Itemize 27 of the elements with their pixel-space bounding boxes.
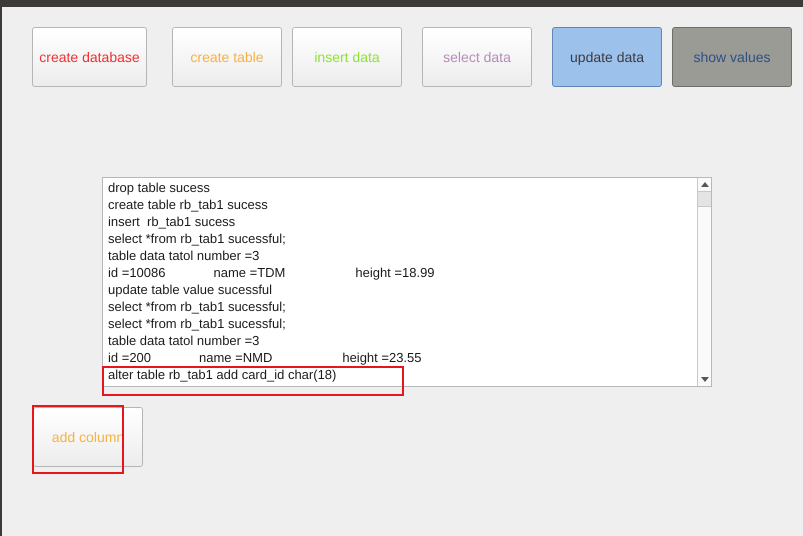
log-line: select *from rb_tab1 sucessful; xyxy=(108,230,286,247)
log-line: table data tatol number =3 xyxy=(108,247,260,264)
action-button[interactable]: create table xyxy=(172,27,282,87)
action-button[interactable]: show values xyxy=(672,27,792,87)
scrollbar[interactable] xyxy=(697,178,711,386)
action-button[interactable]: select data xyxy=(422,27,532,87)
log-text-area[interactable] xyxy=(102,177,712,387)
log-field: name =TDM xyxy=(213,264,286,281)
log-field: height =23.55 xyxy=(342,349,422,366)
log-line: alter table rb_tab1 add card_id char(18) xyxy=(108,366,336,383)
log-field: name =NMD xyxy=(199,349,272,366)
log-line: table data tatol number =3 xyxy=(108,332,260,349)
action-button[interactable]: insert data xyxy=(292,27,402,87)
log-line: select *from rb_tab1 sucessful; xyxy=(108,298,286,315)
scrollbar-thumb[interactable] xyxy=(698,191,711,207)
log-line: drop table sucess xyxy=(108,179,210,196)
log-line: insert rb_tab1 sucess xyxy=(108,213,236,230)
log-line: update table value sucessful xyxy=(108,281,272,298)
log-line: create table rb_tab1 sucess xyxy=(108,196,268,213)
action-button[interactable]: create database xyxy=(32,27,147,87)
up-arrow-icon[interactable] xyxy=(700,182,708,187)
log-line: select *from rb_tab1 sucessful; xyxy=(108,315,286,332)
log-field: height =18.99 xyxy=(355,264,435,281)
log-field: id =200 xyxy=(108,349,152,366)
log-field: id =10086 xyxy=(108,264,166,281)
action-button[interactable]: update data xyxy=(552,27,662,87)
down-arrow-icon[interactable] xyxy=(700,377,708,382)
